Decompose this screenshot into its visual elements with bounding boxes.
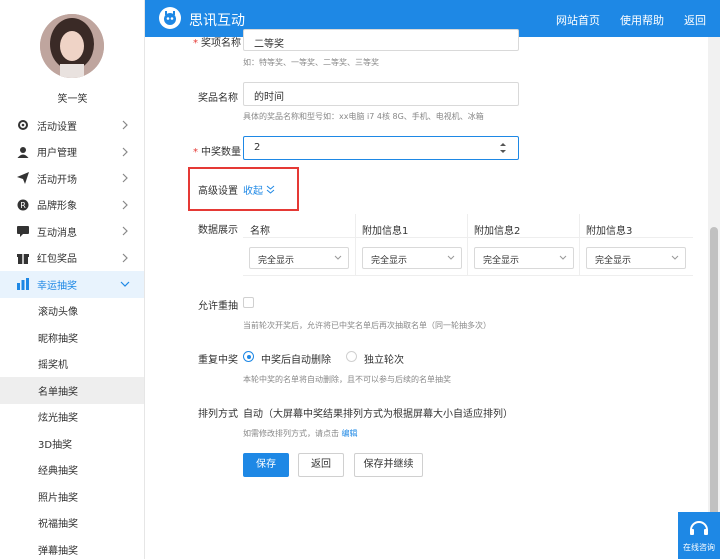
chevron-down-icon	[334, 255, 342, 260]
sidebar-item-brand-image[interactable]: R 品牌形象	[0, 192, 144, 219]
chevron-down-icon	[447, 255, 455, 260]
sidebar-item-label: 互动消息	[37, 227, 77, 239]
prize-level-hint: 如：特等奖、一等奖、二等奖、三等奖	[243, 58, 379, 67]
sidebar-item-label: 活动开场	[37, 174, 77, 186]
sort-value: 自动（大屏幕中奖结果排列方式为根据屏幕大小自适应排列）	[243, 409, 513, 420]
chevron-right-icon	[122, 173, 128, 183]
sidebar-item-label: 幸运抽奖	[37, 280, 77, 292]
sidebar-item-interactive-messages[interactable]: 互动消息	[0, 218, 144, 245]
sidebar-item-activity-settings[interactable]: 活动设置	[0, 112, 144, 139]
save-button[interactable]: 保存	[243, 453, 289, 477]
number-stepper-icon[interactable]	[498, 140, 508, 156]
chevron-right-icon	[122, 226, 128, 236]
sidebar-item-label: 活动设置	[37, 121, 77, 133]
chevron-down-icon	[120, 281, 130, 287]
headset-icon	[690, 521, 708, 535]
collapse-link[interactable]: 收起	[243, 182, 275, 197]
column-header: 附加信息3	[579, 214, 693, 238]
submenu-item[interactable]: 滚动头像	[0, 298, 144, 325]
allow-repeat-hint: 当前轮次开奖后，允许将已中奖名单后再次抽取名单（同一轮抽多次）	[243, 321, 491, 330]
chevron-right-icon	[122, 253, 128, 262]
advanced-settings-label: 高级设置	[198, 186, 238, 197]
submenu-item[interactable]: 弹幕抽奖	[0, 536, 144, 559]
win-count-label: * 中奖数量	[193, 147, 241, 158]
column-header: 附加信息1	[355, 214, 467, 238]
online-consult-label: 在线咨询	[683, 543, 715, 552]
user-icon	[17, 146, 29, 158]
prize-name-label: 奖品名称	[198, 93, 238, 104]
online-consult-button[interactable]: 在线咨询	[678, 512, 720, 559]
scrollbar[interactable]	[708, 37, 720, 559]
chart-icon	[17, 278, 29, 291]
avatar-image	[40, 14, 104, 78]
sidebar-item-label: 用户管理	[37, 148, 77, 160]
submenu-item-selected[interactable]: 名单抽奖	[0, 377, 144, 404]
auto-delete-radio[interactable]	[243, 351, 254, 362]
gift-icon	[17, 252, 29, 264]
data-display-label: 数据展示	[198, 225, 238, 236]
edit-link[interactable]: 编辑	[342, 429, 358, 438]
sidebar-item-label: 红包奖品	[37, 254, 77, 266]
prize-level-label: * 奖项名称	[193, 38, 241, 49]
registered-icon: R	[17, 199, 29, 211]
display-select[interactable]: 完全显示	[249, 247, 349, 269]
sidebar-item-user-management[interactable]: 用户管理	[0, 139, 144, 166]
top-nav: 网站首页 使用帮助 返回	[556, 12, 706, 28]
sort-label: 排列方式	[198, 409, 238, 420]
submenu-item[interactable]: 昵称抽奖	[0, 324, 144, 351]
avatar[interactable]	[40, 14, 104, 78]
prize-level-input[interactable]: 二等奖	[243, 29, 519, 51]
win-count-input[interactable]: 2	[243, 136, 519, 160]
chevron-right-icon	[122, 200, 128, 209]
sidebar-item-lucky-draw[interactable]: 幸运抽奖	[0, 271, 144, 298]
repeat-win-label: 重复中奖	[198, 355, 238, 366]
brand-logo-icon	[159, 7, 181, 29]
prize-name-input[interactable]: 的时间	[243, 82, 519, 106]
column-header: 名称	[243, 214, 355, 238]
column-header: 附加信息2	[467, 214, 579, 238]
save-continue-button[interactable]: 保存并继续	[354, 453, 423, 477]
display-select[interactable]: 完全显示	[362, 247, 462, 269]
message-icon	[17, 225, 29, 238]
chevron-right-icon	[122, 147, 128, 156]
chevron-down-icon	[671, 255, 679, 260]
independent-round-option-label[interactable]: 独立轮次	[364, 351, 404, 366]
display-select[interactable]: 完全显示	[474, 247, 574, 269]
submenu-item[interactable]: 祝福抽奖	[0, 510, 144, 537]
sidebar: 笑一笑 活动设置 用户管理 活动开场 R 品牌形象 互动消息 红包奖品 幸运抽奖…	[0, 0, 145, 559]
username: 笑一笑	[57, 94, 88, 105]
back-button[interactable]: 返回	[298, 453, 344, 477]
nav-back-link[interactable]: 返回	[684, 12, 706, 28]
submenu-item[interactable]: 摇奖机	[0, 351, 144, 378]
submenu-item[interactable]: 照片抽奖	[0, 483, 144, 510]
brand-name: 思讯互动	[189, 13, 245, 29]
svg-text:R: R	[20, 201, 26, 210]
repeat-win-hint: 本轮中奖的名单将自动删除，且不可以参与后续的名单抽奖	[243, 375, 451, 384]
sort-hint: 如需修改排列方式，请点击 编辑	[243, 429, 358, 438]
allow-repeat-checkbox[interactable]	[243, 297, 254, 308]
nav-home-link[interactable]: 网站首页	[556, 12, 600, 28]
prize-name-hint: 具体的奖品名称和型号如：xx电脑 i7 4核 8G、手机、电视机、冰箱	[243, 112, 484, 121]
sidebar-item-label: 品牌形象	[37, 201, 77, 213]
allow-repeat-label: 允许重抽	[198, 301, 238, 312]
auto-delete-option-label[interactable]: 中奖后自动删除	[261, 351, 331, 366]
submenu-item[interactable]: 3D抽奖	[0, 430, 144, 457]
send-icon	[17, 172, 29, 185]
data-display-table: 名称 附加信息1 附加信息2 附加信息3 完全显示 完全显示 完全显示 完全显示	[243, 214, 693, 276]
display-select[interactable]: 完全显示	[586, 247, 686, 269]
sidebar-item-red-packet-prizes[interactable]: 红包奖品	[0, 245, 144, 272]
nav-help-link[interactable]: 使用帮助	[620, 12, 664, 28]
sidebar-item-activity-opening[interactable]: 活动开场	[0, 165, 144, 192]
submenu-item[interactable]: 炫光抽奖	[0, 404, 144, 431]
gear-icon	[17, 119, 29, 131]
chevron-right-icon	[122, 120, 128, 130]
chevron-down-icon	[559, 255, 567, 260]
double-chevron-down-icon	[266, 185, 275, 194]
sidebar-menu: 活动设置 用户管理 活动开场 R 品牌形象 互动消息 红包奖品 幸运抽奖 滚动头…	[0, 112, 144, 559]
independent-round-radio[interactable]	[346, 351, 357, 362]
scrollbar-thumb[interactable]	[710, 227, 718, 559]
submenu-item[interactable]: 经典抽奖	[0, 457, 144, 484]
